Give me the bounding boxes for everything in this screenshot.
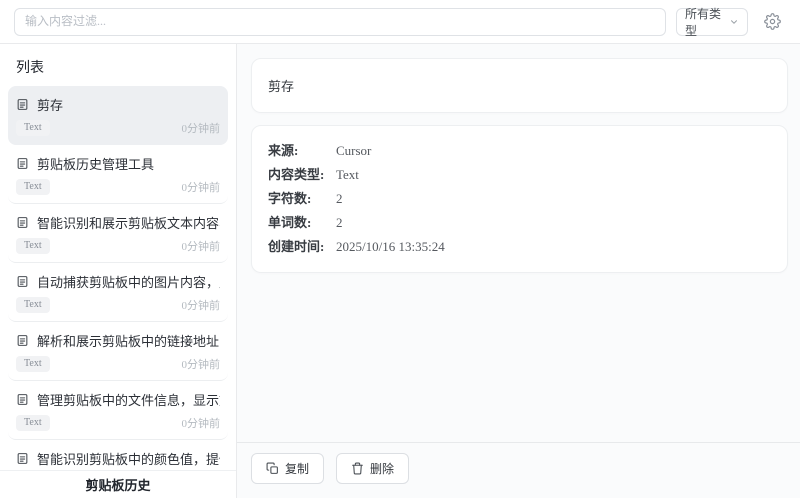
meta-row-word-count: 单词数: 2 (268, 211, 771, 235)
item-type-badge: Text (16, 415, 50, 431)
item-type-badge: Text (16, 179, 50, 195)
copy-button[interactable]: 复制 (251, 453, 325, 484)
document-icon (16, 275, 29, 288)
detail-panel: 剪存 来源: Cursor 内容类型: Text 字符数: 2 单词数: 2 创… (237, 44, 800, 498)
item-type-badge: Text (16, 297, 50, 313)
meta-row-created-time: 创建时间: 2025/10/16 13:35:24 (268, 235, 771, 259)
item-title: 解析和展示剪贴板中的链接地址，自动... (37, 334, 220, 349)
item-type-badge: Text (16, 120, 50, 136)
clipboard-list: 剪存 Text 0分钟前 剪贴板历史管理工具 Text 0分钟前 智能识别和展示… (0, 86, 236, 470)
detail-body: 剪存 来源: Cursor 内容类型: Text 字符数: 2 单词数: 2 创… (237, 44, 800, 442)
document-icon (16, 334, 29, 347)
item-time: 0分钟前 (181, 418, 221, 430)
item-title: 智能识别和展示剪贴板文本内容、支持... (37, 216, 220, 231)
document-icon (16, 98, 29, 111)
copy-button-label: 复制 (285, 462, 310, 476)
item-type-badge: Text (16, 356, 50, 372)
list-item[interactable]: 智能识别和展示剪贴板文本内容、支持... Text 0分钟前 (8, 204, 228, 263)
document-icon (16, 157, 29, 170)
meta-value: 2 (336, 215, 343, 230)
item-time: 0分钟前 (181, 241, 221, 253)
metadata-card: 来源: Cursor 内容类型: Text 字符数: 2 单词数: 2 创建时间… (251, 125, 788, 273)
delete-button[interactable]: 删除 (336, 453, 410, 484)
copy-icon (266, 462, 279, 475)
meta-label: 创建时间: (268, 239, 325, 254)
chevron-down-icon (729, 17, 739, 27)
document-icon (16, 452, 29, 465)
search-input[interactable] (14, 7, 666, 36)
action-bar: 复制 删除 (237, 442, 800, 498)
meta-label: 单词数: (268, 215, 312, 230)
list-header: 列表 (16, 61, 44, 76)
item-title: 自动捕获剪贴板中的图片内容，支持预... (37, 275, 220, 290)
meta-row-source: 来源: Cursor (268, 139, 771, 163)
item-time: 0分钟前 (181, 300, 221, 312)
meta-label: 内容类型: (268, 167, 325, 182)
sidebar: 列表 剪存 Text 0分钟前 剪贴板历史管理工具 Text 0分钟前 智能识别… (0, 44, 237, 498)
main-area: 列表 剪存 Text 0分钟前 剪贴板历史管理工具 Text 0分钟前 智能识别… (0, 44, 800, 498)
type-filter-dropdown[interactable]: 所有类型 (676, 6, 748, 38)
item-time: 0分钟前 (181, 123, 221, 135)
item-title: 剪贴板历史管理工具 (37, 157, 155, 172)
meta-value: 2 (336, 191, 343, 206)
topbar: 所有类型 (0, 0, 800, 44)
list-item[interactable]: 自动捕获剪贴板中的图片内容，支持预... Text 0分钟前 (8, 263, 228, 322)
gear-icon (763, 13, 781, 30)
list-item[interactable]: 剪存 Text 0分钟前 (8, 86, 228, 145)
list-item[interactable]: 解析和展示剪贴板中的链接地址，自动... Text 0分钟前 (8, 322, 228, 381)
item-time: 0分钟前 (181, 359, 221, 371)
delete-button-label: 删除 (370, 462, 395, 476)
meta-value: Text (336, 167, 359, 182)
app-title: 剪贴板历史 (0, 470, 236, 498)
meta-value: 2025/10/16 13:35:24 (336, 239, 445, 254)
item-time: 0分钟前 (181, 182, 221, 194)
document-icon (16, 393, 29, 406)
content-preview-card: 剪存 (251, 58, 788, 113)
meta-row-content-type: 内容类型: Text (268, 163, 771, 187)
list-item[interactable]: 剪贴板历史管理工具 Text 0分钟前 (8, 145, 228, 204)
document-icon (16, 216, 29, 229)
item-type-badge: Text (16, 238, 50, 254)
item-title: 管理剪贴板中的文件信息，显示文件大... (37, 393, 220, 408)
meta-value: Cursor (336, 143, 372, 158)
item-title: 智能识别剪贴板中的颜色值，提供可视... (37, 452, 220, 467)
content-text: 剪存 (268, 79, 295, 94)
type-filter-label: 所有类型 (685, 6, 722, 38)
settings-button[interactable] (758, 8, 786, 36)
meta-row-char-count: 字符数: 2 (268, 187, 771, 211)
meta-label: 字符数: (268, 191, 312, 206)
list-item[interactable]: 智能识别剪贴板中的颜色值，提供可视... Text 0分钟前 (8, 440, 228, 470)
list-item[interactable]: 管理剪贴板中的文件信息，显示文件大... Text 0分钟前 (8, 381, 228, 440)
trash-icon (351, 462, 364, 475)
item-title: 剪存 (37, 98, 64, 113)
meta-label: 来源: (268, 143, 299, 158)
